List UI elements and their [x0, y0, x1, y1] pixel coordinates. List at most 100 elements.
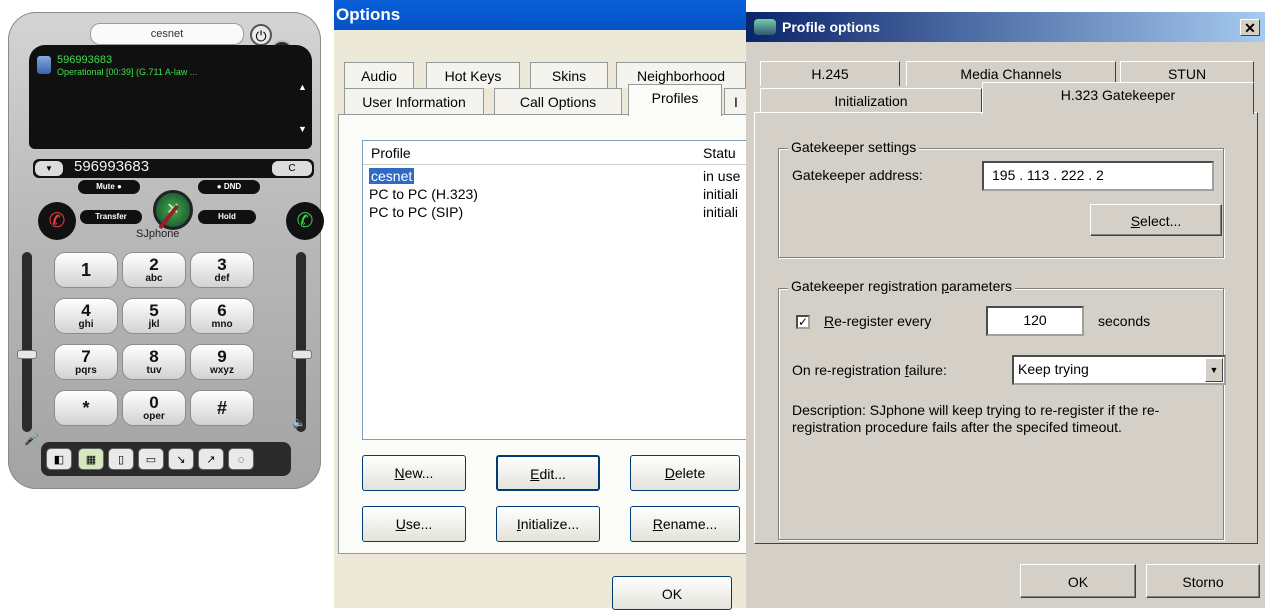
key-8[interactable]: 8 tuv: [122, 344, 186, 380]
dial-number-display[interactable]: 596993683: [74, 158, 149, 175]
dnd-button[interactable]: ● DND: [198, 180, 260, 194]
tab-audio[interactable]: Audio: [344, 62, 414, 88]
app-icon: [754, 19, 776, 35]
reregister-label: Re-register every: [824, 313, 932, 329]
tab-hot-keys[interactable]: Hot Keys: [426, 62, 520, 88]
transfer-button[interactable]: Transfer: [80, 210, 142, 224]
select-button[interactable]: Select...: [1090, 204, 1222, 236]
key-0[interactable]: 0 oper: [122, 390, 186, 426]
missed-calls-icon[interactable]: ◌: [228, 448, 254, 470]
speaker-icon: 🔈: [292, 417, 306, 429]
chevron-down-icon[interactable]: ▼: [1205, 358, 1223, 382]
tab-next[interactable]: I: [724, 88, 748, 114]
status-number: 596993683: [57, 54, 113, 66]
new-button[interactable]: New...: [362, 455, 466, 491]
dialpad-icon[interactable]: ▦: [78, 448, 104, 470]
key-letters: def: [214, 273, 230, 284]
clear-button[interactable]: C: [272, 161, 312, 176]
tab-h245[interactable]: H.245: [760, 61, 900, 86]
key-letters: abc: [145, 273, 163, 284]
power-icon[interactable]: ⏻: [250, 24, 272, 46]
call-icon[interactable]: ✆: [286, 202, 324, 240]
key-letters: mno: [211, 319, 233, 330]
tab-call-options[interactable]: Call Options: [494, 88, 622, 114]
key-digit: 5: [149, 301, 159, 320]
phonebook-icon[interactable]: ▯: [108, 448, 134, 470]
failure-label: On re-registration failure:: [792, 362, 947, 378]
initialize-button[interactable]: Initialize...: [496, 506, 600, 542]
key-6[interactable]: 6 mno: [190, 298, 254, 334]
reregister-checkbox[interactable]: ✓: [796, 315, 810, 329]
brand-label: SJphone: [136, 228, 180, 240]
failure-select-value: Keep trying: [1018, 361, 1089, 377]
rename-button[interactable]: Rename...: [630, 506, 740, 542]
use-button[interactable]: Use...: [362, 506, 466, 542]
key-2[interactable]: 2 abc: [122, 252, 186, 288]
microphone-icon: 🎤: [24, 432, 39, 446]
key-3[interactable]: 3 def: [190, 252, 254, 288]
reregister-interval-input[interactable]: 120: [986, 306, 1084, 336]
window-mode-icon[interactable]: ◧: [46, 448, 72, 470]
key-star[interactable]: *: [54, 390, 118, 426]
mic-volume-knob[interactable]: [17, 350, 37, 359]
key-digit: 4: [81, 301, 91, 320]
key-digit: 1: [80, 260, 91, 280]
profile-name-display[interactable]: cesnet: [90, 23, 244, 45]
gatekeeper-settings-label: Gatekeeper settings: [788, 139, 920, 155]
call-log-out-icon[interactable]: ↗: [198, 448, 224, 470]
key-letters: ghi: [78, 319, 94, 330]
key-5[interactable]: 5 jkl: [122, 298, 186, 334]
mute-button[interactable]: Mute ●: [78, 180, 140, 194]
profile-options-title: Profile options: [746, 12, 1265, 42]
tab-user-information[interactable]: User Information: [344, 88, 484, 114]
profile-row-name[interactable]: PC to PC (SIP): [369, 204, 463, 220]
failure-select[interactable]: Keep trying ▼: [1012, 355, 1226, 385]
key-1[interactable]: 1: [54, 252, 118, 288]
key-letters: tuv: [146, 365, 162, 376]
scroll-up-icon[interactable]: ▲: [298, 82, 307, 92]
key-digit: 7: [81, 347, 91, 366]
profile-options-dialog: Profile options ✕ H.245 Media Channels S…: [746, 12, 1265, 608]
options-ok-button[interactable]: OK: [612, 576, 732, 610]
column-status[interactable]: Statu: [703, 145, 736, 161]
profiles-list[interactable]: Profile Statu cesnet in use PC to PC (H.32…: [362, 140, 753, 440]
tab-profiles[interactable]: Profiles: [628, 84, 722, 116]
profile-ok-button[interactable]: OK: [1020, 564, 1136, 598]
profile-row-name[interactable]: cesnet: [369, 168, 415, 184]
sjphone-window: cesnet ⏻ ? 596993683 Operational [00:39]…: [8, 12, 324, 489]
gatekeeper-address-input[interactable]: 195 . 113 . 222 . 2: [982, 161, 1214, 191]
profile-row-name[interactable]: PC to PC (H.323): [369, 186, 478, 202]
options-title: Options: [334, 0, 746, 30]
key-4[interactable]: 4 ghi: [54, 298, 118, 334]
close-icon[interactable]: ✕: [1240, 19, 1260, 36]
gatekeeper-address-label: Gatekeeper address:: [792, 167, 923, 183]
tab-initialization[interactable]: Initialization: [760, 88, 982, 113]
description-text: Description: SJphone will keep trying to…: [792, 402, 1160, 435]
delete-button[interactable]: Delete: [630, 455, 740, 491]
cancel-button[interactable]: Storno: [1146, 564, 1260, 598]
key-digit: *: [82, 398, 90, 418]
speaker-volume-knob[interactable]: [292, 350, 312, 359]
mic-volume-slider[interactable]: [22, 252, 32, 432]
hold-button[interactable]: Hold: [198, 210, 256, 224]
status-icon: [37, 56, 51, 74]
speaker-volume-slider[interactable]: [296, 252, 306, 432]
scroll-down-icon[interactable]: ▼: [298, 124, 307, 134]
contacts-icon[interactable]: ▭: [138, 448, 164, 470]
key-letters: oper: [143, 411, 165, 422]
tab-skins[interactable]: Skins: [530, 62, 608, 88]
seconds-label: seconds: [1098, 313, 1151, 329]
call-log-icon[interactable]: ↘: [168, 448, 194, 470]
key-9[interactable]: 9 wxyz: [190, 344, 254, 380]
key-hash[interactable]: #: [190, 390, 254, 426]
edit-button[interactable]: Edit...: [496, 455, 600, 491]
key-letters: jkl: [148, 319, 160, 330]
key-digit: 2: [149, 255, 159, 274]
dial-dropdown-button[interactable]: ▼: [35, 161, 63, 176]
key-letters: pqrs: [75, 365, 97, 376]
key-7[interactable]: 7 pqrs: [54, 344, 118, 380]
status-text: Operational [00:39] (G.711 A-law ...: [57, 67, 198, 77]
hangup-icon[interactable]: ✆: [38, 202, 76, 240]
tab-h323-gatekeeper[interactable]: H.323 Gatekeeper: [982, 82, 1254, 114]
column-profile[interactable]: Profile: [371, 145, 411, 161]
